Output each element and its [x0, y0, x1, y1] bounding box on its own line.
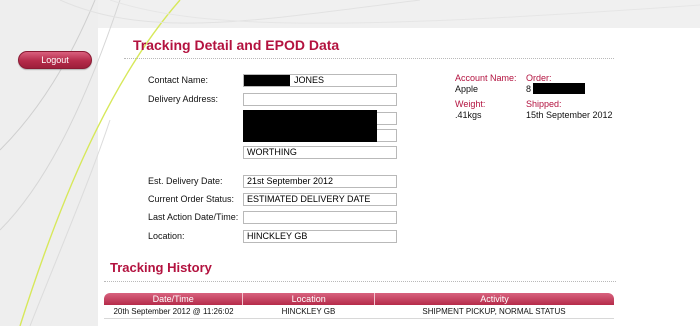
- decorative-swoosh: [0, 0, 700, 326]
- location-label: Location:: [148, 231, 185, 241]
- redaction-bar: [244, 75, 290, 86]
- weight-value: .41kgs: [455, 110, 482, 120]
- est-delivery-value: 21st September 2012: [247, 176, 334, 186]
- contact-name-value: JONES: [294, 75, 325, 85]
- order-value: 8: [526, 84, 532, 94]
- delivery-city-value: WORTHING: [247, 147, 297, 157]
- cell-datetime: 20th September 2012 @ 11:26:02: [113, 307, 234, 316]
- left-panel: [0, 0, 98, 326]
- location-field[interactable]: HINCKLEY GB: [243, 230, 397, 243]
- location-value: HINCKLEY GB: [247, 231, 308, 241]
- shipped-value: 15th September 2012: [526, 110, 613, 120]
- title-divider: [124, 58, 614, 59]
- redaction-bar: [243, 110, 377, 142]
- last-action-label: Last Action Date/Time:: [148, 212, 239, 222]
- order-label: Order:: [526, 73, 552, 83]
- last-action-field[interactable]: [243, 211, 397, 224]
- cell-activity: SHIPMENT PICKUP, NORMAL STATUS: [422, 307, 566, 316]
- account-name-value: Apple: [455, 84, 479, 94]
- history-divider: [104, 281, 616, 282]
- order-status-label: Current Order Status:: [148, 194, 235, 204]
- history-table-header: Date/Time Location Activity: [104, 293, 614, 305]
- contact-name-label: Contact Name:: [148, 75, 209, 85]
- redaction-bar: [533, 83, 585, 94]
- top-band: [98, 0, 700, 28]
- order-status-value: ESTIMATED DELIVERY DATE: [247, 194, 371, 204]
- est-delivery-field[interactable]: 21st September 2012: [243, 175, 397, 188]
- delivery-city-field[interactable]: WORTHING: [243, 146, 397, 159]
- logout-button[interactable]: Logout: [18, 51, 92, 69]
- cell-location: HINCKLEY GB: [281, 307, 336, 316]
- tracking-history-title: Tracking History: [110, 260, 212, 275]
- weight-label: Weight:: [455, 99, 486, 109]
- shipped-label: Shipped:: [526, 99, 562, 109]
- delivery-address-label: Delivery Address:: [148, 94, 219, 104]
- column-header-datetime[interactable]: Date/Time: [104, 293, 244, 305]
- account-name-label: Account Name:: [455, 73, 517, 83]
- column-header-activity[interactable]: Activity: [375, 293, 614, 305]
- table-row: 20th September 2012 @ 11:26:02 HINCKLEY …: [104, 306, 614, 319]
- delivery-address-field-1[interactable]: [243, 93, 397, 106]
- est-delivery-label: Est. Delivery Date:: [148, 176, 223, 186]
- order-status-field[interactable]: ESTIMATED DELIVERY DATE: [243, 193, 397, 206]
- page-title: Tracking Detail and EPOD Data: [133, 37, 340, 53]
- column-header-location[interactable]: Location: [243, 293, 375, 305]
